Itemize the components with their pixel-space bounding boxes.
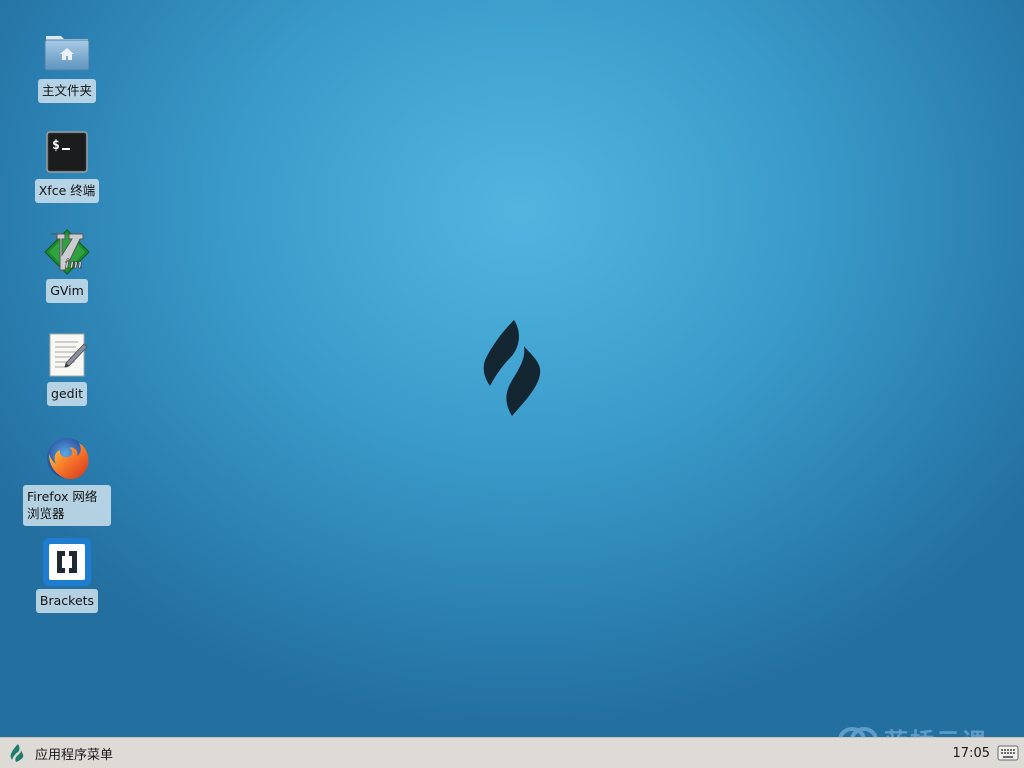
brackets-icon: [43, 538, 91, 586]
desktop-icon-firefox[interactable]: Firefox 网络浏览器: [19, 434, 115, 526]
desktop-icon-terminal[interactable]: $ Xfce 终端: [19, 128, 115, 203]
desktop-icon-gedit[interactable]: gedit: [19, 331, 115, 406]
desktop-icon-label: Xfce 终端: [34, 179, 100, 203]
gvim-icon: im: [43, 228, 91, 276]
svg-text:im: im: [65, 257, 82, 271]
bottom-panel: 应用程序菜单 17:05: [0, 737, 1024, 768]
desktop-icon-label: Firefox 网络浏览器: [23, 485, 111, 526]
desktop-icon-label: GVim: [46, 279, 88, 303]
gedit-icon: [43, 331, 91, 379]
clock[interactable]: 17:05: [953, 746, 990, 761]
desktop-icon-home[interactable]: 主文件夹: [19, 28, 115, 103]
xfce-menu-icon: [10, 744, 24, 762]
app-menu-button[interactable]: 应用程序菜单: [0, 738, 123, 768]
desktop-icon-label: gedit: [47, 382, 87, 406]
desktop-icon-gvim[interactable]: im GVim: [19, 228, 115, 303]
desktop-icon-label: Brackets: [35, 589, 99, 613]
home-folder-icon: [43, 28, 91, 76]
xfce-logo: [480, 318, 544, 422]
desktop[interactable]: 主文件夹 $ Xfce 终端 im GVim gedit Firefox 网络浏…: [0, 0, 1024, 737]
desktop-icon-label: 主文件夹: [37, 79, 96, 103]
svg-text:$: $: [52, 138, 60, 153]
app-menu-label: 应用程序菜单: [35, 747, 114, 763]
keyboard-icon[interactable]: [996, 741, 1020, 765]
firefox-icon: [43, 434, 91, 482]
desktop-icon-brackets[interactable]: Brackets: [19, 538, 115, 613]
terminal-icon: $: [43, 128, 91, 176]
